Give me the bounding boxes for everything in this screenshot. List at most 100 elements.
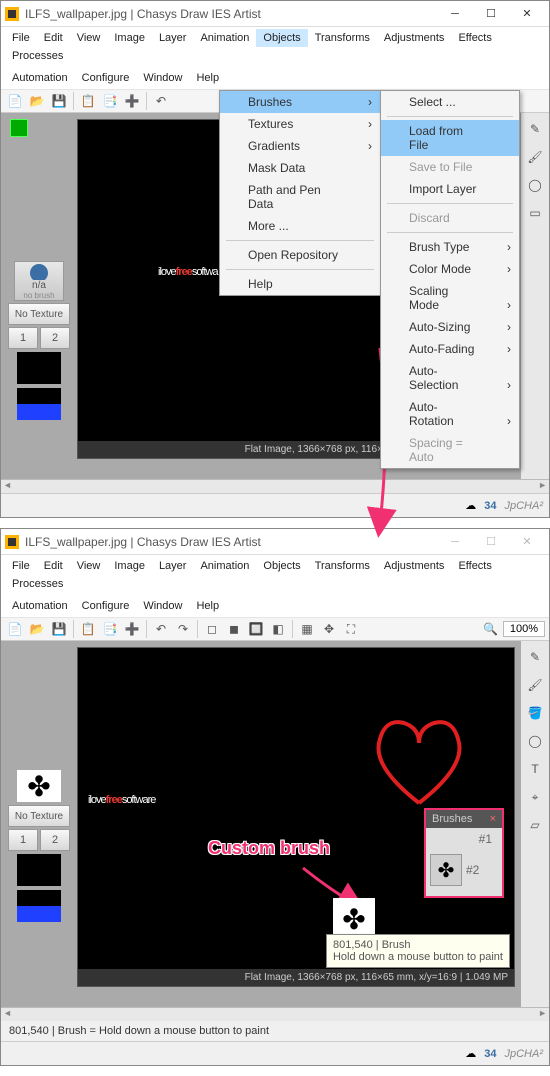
rt2-shape-icon[interactable]: ◯ <box>525 731 545 751</box>
rt2-bucket-icon[interactable]: 🪣 <box>525 703 545 723</box>
menu-repo[interactable]: Open Repository <box>220 244 380 266</box>
zoom-level[interactable]: 100% <box>503 621 545 637</box>
menu2-view[interactable]: View <box>70 557 108 575</box>
rt2-erase-icon[interactable]: ▱ <box>525 815 545 835</box>
h-scrollbar[interactable] <box>1 479 549 493</box>
rt2-picker-icon[interactable]: ⌖ <box>525 787 545 807</box>
menu-brushes[interactable]: Brushes <box>220 91 380 113</box>
sub-select[interactable]: Select ... <box>381 91 519 113</box>
menu-help-item[interactable]: Help <box>220 273 380 295</box>
rtool-a-icon[interactable]: ✎ <box>525 119 545 139</box>
menu2-help[interactable]: Help <box>189 597 226 615</box>
menu-edit[interactable]: Edit <box>37 29 70 47</box>
sub-asizing[interactable]: Auto-Sizing <box>381 316 519 338</box>
menu2-configure[interactable]: Configure <box>75 597 137 615</box>
menu2-transforms[interactable]: Transforms <box>308 557 377 575</box>
brush-slot-2-label[interactable]: #2 <box>466 863 479 877</box>
menu-gradients[interactable]: Gradients <box>220 135 380 157</box>
thumb-color-black[interactable] <box>16 351 62 385</box>
zoom-out-icon[interactable]: 🔍 <box>481 619 501 639</box>
sub-spacing[interactable]: Spacing = Auto <box>381 432 519 468</box>
sub-btype[interactable]: Brush Type <box>381 236 519 258</box>
brush-slot-1-label[interactable]: #1 <box>479 832 492 846</box>
sub-afading[interactable]: Auto-Fading <box>381 338 519 360</box>
tb2-paste-icon[interactable]: 📑 <box>100 619 120 639</box>
menu2-objects[interactable]: Objects <box>256 557 307 575</box>
rt2-pencil-icon[interactable]: ✎ <box>525 647 545 667</box>
brush-na-panel[interactable]: n/a no brush <box>14 261 64 301</box>
thumb2-blue[interactable] <box>16 889 62 923</box>
close-button[interactable]: ✕ <box>509 3 545 25</box>
rtool-c-icon[interactable]: ◯ <box>525 175 545 195</box>
menu-path[interactable]: Path and Pen Data <box>220 179 380 215</box>
menu-objects[interactable]: Objects <box>256 29 307 47</box>
rt2-brush-icon[interactable]: 🖌 <box>525 675 545 695</box>
tb2-add-icon[interactable]: ➕ <box>122 619 142 639</box>
menu-window[interactable]: Window <box>136 69 189 87</box>
tool-layer-add-icon[interactable]: ➕ <box>122 91 142 111</box>
menu2-automation[interactable]: Automation <box>5 597 75 615</box>
menu-transforms[interactable]: Transforms <box>308 29 377 47</box>
menu-automation[interactable]: Automation <box>5 69 75 87</box>
swatch2-2[interactable]: 2 <box>40 829 70 851</box>
menu-file[interactable]: File <box>5 29 37 47</box>
sub-save[interactable]: Save to File <box>381 156 519 178</box>
tool-undo-icon[interactable]: ↶ <box>151 91 171 111</box>
sub-smode[interactable]: Scaling Mode <box>381 280 519 316</box>
sub-load[interactable]: Load from File <box>381 120 519 156</box>
tb2-new-icon[interactable]: 📄 <box>5 619 25 639</box>
menu2-image[interactable]: Image <box>107 557 152 575</box>
close-button-2[interactable]: ✕ <box>509 531 545 553</box>
menu2-adjustments[interactable]: Adjustments <box>377 557 452 575</box>
sub-arot[interactable]: Auto-Rotation <box>381 396 519 432</box>
menu2-processes[interactable]: Processes <box>5 575 70 593</box>
rt2-text-icon[interactable]: T <box>525 759 545 779</box>
menu-help[interactable]: Help <box>189 69 226 87</box>
tb2-undo-icon[interactable]: ↶ <box>151 619 171 639</box>
tool-open-icon[interactable]: 📂 <box>27 91 47 111</box>
tool-save-icon[interactable]: 💾 <box>49 91 69 111</box>
sub-discard[interactable]: Discard <box>381 207 519 229</box>
tb2-save-icon[interactable]: 💾 <box>49 619 69 639</box>
menu-animation[interactable]: Animation <box>193 29 256 47</box>
h-scrollbar-2[interactable] <box>1 1007 549 1021</box>
swatch2-1[interactable]: 1 <box>8 829 38 851</box>
tool-new-icon[interactable]: 📄 <box>5 91 25 111</box>
canvas-2[interactable]: ilovefreesoftware Custom brush ✤ Brushes… <box>77 647 515 987</box>
menu-adjustments[interactable]: Adjustments <box>377 29 452 47</box>
swatch-2[interactable]: 2 <box>40 327 70 349</box>
tb2-e-icon[interactable]: ✥ <box>319 619 339 639</box>
thumb-color-blue[interactable] <box>16 387 62 421</box>
sub-aselect[interactable]: Auto-Selection <box>381 360 519 396</box>
minimize-button-2[interactable]: ─ <box>437 531 473 553</box>
tb2-c-icon[interactable]: 🔲 <box>246 619 266 639</box>
menu-more[interactable]: More ... <box>220 215 380 237</box>
tb2-b-icon[interactable]: ◼ <box>224 619 244 639</box>
tb2-copy-icon[interactable]: 📋 <box>78 619 98 639</box>
thumb-1[interactable] <box>10 119 28 137</box>
menu-layer[interactable]: Layer <box>152 29 194 47</box>
menu2-animation[interactable]: Animation <box>193 557 256 575</box>
tb2-fit-icon[interactable]: ⛶ <box>341 619 361 639</box>
minimize-button[interactable]: ─ <box>437 3 473 25</box>
rtool-b-icon[interactable]: 🖌 <box>525 147 545 167</box>
tb2-a-icon[interactable]: ◻ <box>202 619 222 639</box>
menu-image[interactable]: Image <box>107 29 152 47</box>
maximize-button[interactable]: ☐ <box>473 3 509 25</box>
maximize-button-2[interactable]: ☐ <box>473 531 509 553</box>
menu-mask[interactable]: Mask Data <box>220 157 380 179</box>
menu2-window[interactable]: Window <box>136 597 189 615</box>
brushes-panel-close-icon[interactable]: × <box>490 813 496 825</box>
menu-textures[interactable]: Textures <box>220 113 380 135</box>
thumb2-black[interactable] <box>16 853 62 887</box>
tool-paste-icon[interactable]: 📑 <box>100 91 120 111</box>
no-texture-button[interactable]: No Texture <box>8 303 70 325</box>
menu-configure[interactable]: Configure <box>75 69 137 87</box>
tb2-d-icon[interactable]: ◧ <box>268 619 288 639</box>
swatch-1[interactable]: 1 <box>8 327 38 349</box>
sub-import[interactable]: Import Layer <box>381 178 519 200</box>
menu2-file[interactable]: File <box>5 557 37 575</box>
rtool-d-icon[interactable]: ▭ <box>525 203 545 223</box>
tb2-grid-icon[interactable]: ▦ <box>297 619 317 639</box>
sub-cmode[interactable]: Color Mode <box>381 258 519 280</box>
